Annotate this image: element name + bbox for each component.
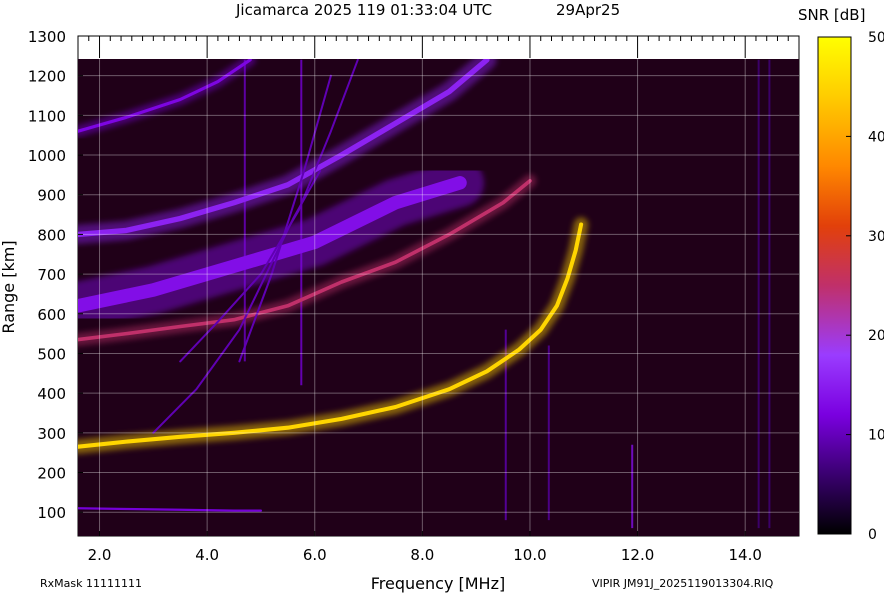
colorbar-tick-label: 30 — [868, 229, 884, 245]
y-tick-label: 100 — [37, 504, 66, 522]
x-tick-label: 12.0 — [621, 546, 654, 564]
y-tick-label: 1100 — [28, 107, 66, 125]
y-tick-label: 700 — [37, 266, 66, 284]
x-tick-label: 6.0 — [303, 546, 327, 564]
colorbar-tick-label: 10 — [868, 428, 884, 444]
y-tick-label: 1200 — [28, 68, 66, 86]
colorbar-tick-label: 40 — [868, 129, 884, 145]
colorbar-tick-label: 50 — [868, 30, 884, 46]
y-tick-label: 300 — [37, 425, 66, 443]
x-axis-label: Frequency [MHz] — [371, 574, 505, 593]
colorbar-tick-label: 0 — [868, 527, 877, 543]
y-tick-label: 600 — [37, 306, 66, 324]
chart-title: Jicamarca 2025 119 01:33:04 UTC — [235, 1, 492, 19]
ionogram-figure: Jicamarca 2025 119 01:33:04 UTC 29Apr25 … — [0, 1, 884, 593]
x-tick-label: 14.0 — [728, 546, 761, 564]
y-axis: 100 200 300 400 500 600 700 800 900 1000 1100 1200 1… — [28, 28, 83, 522]
y-tick-label: 900 — [37, 187, 66, 205]
y-axis-label: Range [km] — [0, 240, 18, 333]
y-tick-label: 1000 — [28, 147, 66, 165]
y-tick-label: 200 — [37, 465, 66, 483]
y-tick-label: 1300 — [28, 28, 66, 46]
colorbar — [817, 36, 852, 535]
y-tick-label: 500 — [37, 345, 66, 363]
rx-mask-label: RxMask 11111111 — [40, 577, 142, 590]
x-tick-label: 10.0 — [513, 546, 546, 564]
x-tick-label: 8.0 — [410, 546, 434, 564]
x-tick-label: 4.0 — [195, 546, 219, 564]
file-name-label: VIPIR JM91J_2025119013304.RIQ — [592, 577, 774, 590]
y-tick-label: 800 — [37, 226, 66, 244]
chart-date: 29Apr25 — [556, 1, 620, 19]
colorbar-tick-label: 20 — [868, 328, 884, 344]
x-tick-label: 2.0 — [88, 546, 112, 564]
colorbar-label: SNR [dB] — [798, 6, 865, 24]
y-tick-label: 400 — [37, 385, 66, 403]
colorbar-ticks: 0 10 20 30 40 50 — [846, 30, 884, 543]
